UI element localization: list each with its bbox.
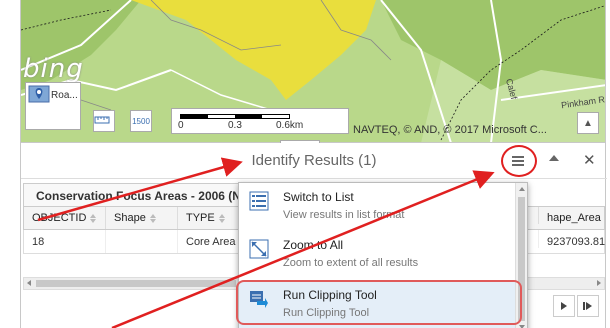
menu-item-title: Zoom to All <box>283 238 344 252</box>
sort-icon <box>90 214 97 223</box>
column-shape[interactable]: Shape <box>106 207 178 229</box>
cell-shape-area: 9237093.81 <box>538 230 606 248</box>
scroll-right-icon[interactable] <box>597 280 601 286</box>
menu-item-title: Switch to List <box>283 190 354 204</box>
last-page-button[interactable] <box>577 295 599 317</box>
scale-tick-1: 0.3 <box>228 120 242 131</box>
bing-logo: bing <box>23 54 84 84</box>
collapse-up-icon[interactable] <box>549 155 559 161</box>
scale-tick-0: 0 <box>178 120 184 131</box>
scale-level-button[interactable]: 1500 <box>130 110 152 132</box>
map-view[interactable]: bing Bing Roa... 1500 0 0.3 0.6km NAVTEQ… <box>20 0 606 143</box>
scrollbar-thumb[interactable] <box>36 280 236 287</box>
map-pin-icon <box>28 85 50 103</box>
zoom-extent-icon <box>249 239 269 259</box>
scale-tick-2: 0.6km <box>276 120 304 131</box>
sort-icon <box>149 214 156 223</box>
next-page-button[interactable] <box>553 295 575 317</box>
column-objectid[interactable]: OBJECTID <box>24 207 106 229</box>
tab-conservation-focus-areas[interactable]: Conservation Focus Areas - 2006 (NH <box>23 183 255 207</box>
column-shape-area[interactable]: hape_Area <box>538 207 606 224</box>
scroll-left-icon[interactable] <box>27 280 31 286</box>
highlight-outline <box>236 280 522 325</box>
map-attribution: NAVTEQ, © AND, © 2017 Microsoft C... <box>353 124 547 136</box>
column-label: hape_Area <box>547 212 601 224</box>
basemap-button[interactable]: Bing Roa... <box>25 82 81 130</box>
measure-tool-button[interactable] <box>93 110 115 132</box>
list-icon <box>249 191 269 211</box>
menu-item-subtitle: Zoom to extent of all results <box>283 257 419 269</box>
ruler-icon <box>94 116 110 124</box>
scroll-up-icon[interactable] <box>519 187 525 191</box>
skip-end-icon <box>583 302 592 310</box>
expand-corner-icon[interactable]: ▲ <box>577 112 599 134</box>
annotation-circle <box>501 145 537 177</box>
cell-objectid: 18 <box>24 230 106 253</box>
menu-item-switch-to-list[interactable]: Switch to List View results in list form… <box>239 183 515 231</box>
menu-item-zoom-to-all[interactable]: Zoom to All Zoom to extent of all result… <box>239 231 515 279</box>
sort-icon <box>218 214 225 223</box>
close-icon[interactable]: ✕ <box>583 151 596 169</box>
play-icon <box>561 302 567 310</box>
column-label: Shape <box>114 212 146 224</box>
cell-shape <box>106 230 178 253</box>
scale-bar: 0 0.3 0.6km <box>171 108 349 134</box>
column-label: OBJECTID <box>32 212 87 224</box>
menu-item-subtitle: View results in list format <box>283 209 405 221</box>
column-label: TYPE <box>186 212 215 224</box>
scale-bar-graphic <box>180 114 290 119</box>
screenshot-frame: bing Bing Roa... 1500 0 0.3 0.6km NAVTEQ… <box>0 0 610 328</box>
